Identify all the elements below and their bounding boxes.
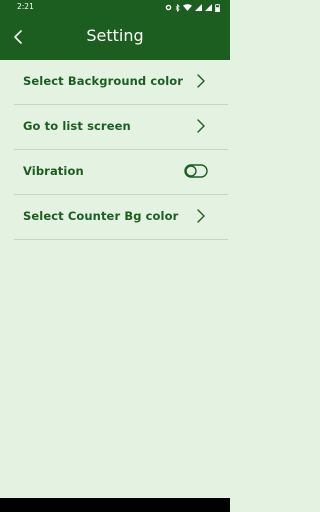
setting-label: Vibration [23,164,84,178]
chevron-right-icon [197,119,205,133]
status-bar: 2:21 [0,0,230,15]
setting-label: Go to list screen [23,119,131,133]
vibration-toggle[interactable] [184,164,208,178]
page-title: Setting [86,26,144,45]
signal-icon [205,4,212,11]
status-icons [165,3,220,12]
chevron-right-icon [197,74,205,88]
setting-label: Select Background color [23,74,184,88]
setting-row-counter-bg-color[interactable]: Select Counter Bg color [14,195,228,240]
bluetooth-icon [175,3,180,12]
app-bar: Setting [0,15,230,60]
gear-icon [165,4,172,11]
setting-label: Select Counter Bg color [23,209,179,223]
wifi-icon [183,4,192,11]
setting-row-vibration: Vibration [14,150,228,195]
system-nav-bar [0,498,230,512]
settings-list: Select Background color Go to list scree… [14,60,228,240]
signal-icon [195,4,202,11]
setting-row-list-screen[interactable]: Go to list screen [14,105,228,150]
battery-icon [215,3,220,12]
setting-row-background-color[interactable]: Select Background color [14,60,228,105]
chevron-right-icon [197,209,205,223]
status-time: 2:21 [17,2,34,11]
